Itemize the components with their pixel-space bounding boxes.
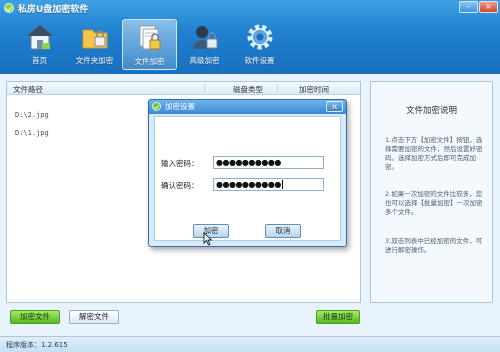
nav-advanced-encrypt-label: 高级加密 bbox=[189, 56, 220, 65]
minimize-button[interactable]: – bbox=[459, 1, 478, 13]
info-paragraph: 3.双击列表中已经加密的文件，可进行解密操作。 bbox=[385, 237, 483, 254]
status-bar: 程序版本：1.2.615 bbox=[0, 336, 500, 352]
confirm-password-field[interactable]: ●●●●●●●●●● bbox=[213, 178, 324, 191]
mouse-cursor-icon bbox=[203, 232, 213, 246]
app-logo-icon bbox=[4, 3, 14, 13]
nav-settings-label: 软件设置 bbox=[244, 56, 275, 65]
confirm-password-label: 确认密码： bbox=[161, 181, 199, 190]
home-icon bbox=[25, 24, 54, 50]
file-lock-icon bbox=[139, 25, 160, 50]
dialog-title: 加密设置 bbox=[165, 102, 195, 111]
gear-icon bbox=[247, 24, 272, 50]
decrypt-file-button[interactable]: 解密文件 bbox=[69, 310, 119, 324]
nav-folder-encrypt-label: 文件夹加密 bbox=[75, 56, 114, 65]
info-panel: 文件加密说明 1.点击下方【加密文件】按钮，选择需要加密的文件，然后设置好密码。… bbox=[370, 81, 493, 303]
password-field[interactable]: ●●●●●●●●●● bbox=[213, 156, 324, 169]
user-lock-icon bbox=[192, 26, 217, 49]
encrypt-settings-dialog: 加密设置 × 输入密码： ●●●●●●●●●● 确认密码： ●●●●●●●●●●… bbox=[148, 99, 347, 247]
nav-settings[interactable]: 软件设置 bbox=[232, 19, 287, 70]
column-header-encrypt-time[interactable]: 加密时间 bbox=[299, 84, 329, 95]
password-label: 输入密码： bbox=[161, 159, 199, 168]
info-title: 文件加密说明 bbox=[405, 106, 457, 116]
folder-lock-icon bbox=[82, 29, 107, 49]
nav-file-encrypt-label: 文件加密 bbox=[134, 57, 165, 66]
header-bar: 私房U盘加密软件 – × 首页 文件夹加密 文件加密 高级加密 软件设置 bbox=[0, 0, 500, 74]
column-header-path[interactable]: 文件路径 bbox=[13, 84, 43, 95]
column-header-disk-type[interactable]: 磁盘类型 bbox=[233, 84, 263, 95]
version-label: 程序版本：1.2.615 bbox=[6, 341, 68, 349]
cancel-button[interactable]: 取消 bbox=[265, 224, 301, 238]
batch-encrypt-button[interactable]: 批量加密 bbox=[316, 310, 360, 324]
dialog-close-button[interactable]: × bbox=[326, 101, 343, 112]
app-title: 私房U盘加密软件 bbox=[18, 5, 89, 15]
info-paragraph: 1.点击下方【加密文件】按钮，选择需要加密的文件，然后设置好密码。选择加密方式后… bbox=[385, 136, 483, 171]
info-paragraph: 2.如果一次加密的文件比较多，您也可以选择【批量加密】一次加密多个文件。 bbox=[385, 190, 483, 216]
confirm-password-value: ●●●●●●●●●● bbox=[216, 180, 281, 189]
column-divider[interactable] bbox=[204, 84, 205, 93]
encrypt-file-button[interactable]: 加密文件 bbox=[10, 310, 60, 324]
nav-advanced-encrypt[interactable]: 高级加密 bbox=[177, 19, 232, 70]
close-button[interactable]: × bbox=[479, 1, 498, 13]
nav-home[interactable]: 首页 bbox=[12, 19, 67, 70]
main-nav: 首页 文件夹加密 文件加密 高级加密 软件设置 bbox=[12, 19, 287, 70]
nav-folder-encrypt[interactable]: 文件夹加密 bbox=[67, 19, 122, 70]
window-controls: – × bbox=[459, 1, 498, 13]
table-header: 文件路径 磁盘类型 加密时间 bbox=[7, 82, 360, 95]
table-row[interactable]: D:\1.jpg bbox=[15, 129, 49, 137]
column-divider[interactable] bbox=[277, 84, 278, 93]
dialog-body: 输入密码： ●●●●●●●●●● 确认密码： ●●●●●●●●●● 加密 取消 bbox=[154, 116, 341, 241]
table-row[interactable]: D:\2.jpg bbox=[15, 111, 49, 119]
nav-home-label: 首页 bbox=[32, 56, 47, 65]
nav-file-encrypt[interactable]: 文件加密 bbox=[122, 19, 177, 70]
dialog-check-icon bbox=[152, 102, 161, 111]
